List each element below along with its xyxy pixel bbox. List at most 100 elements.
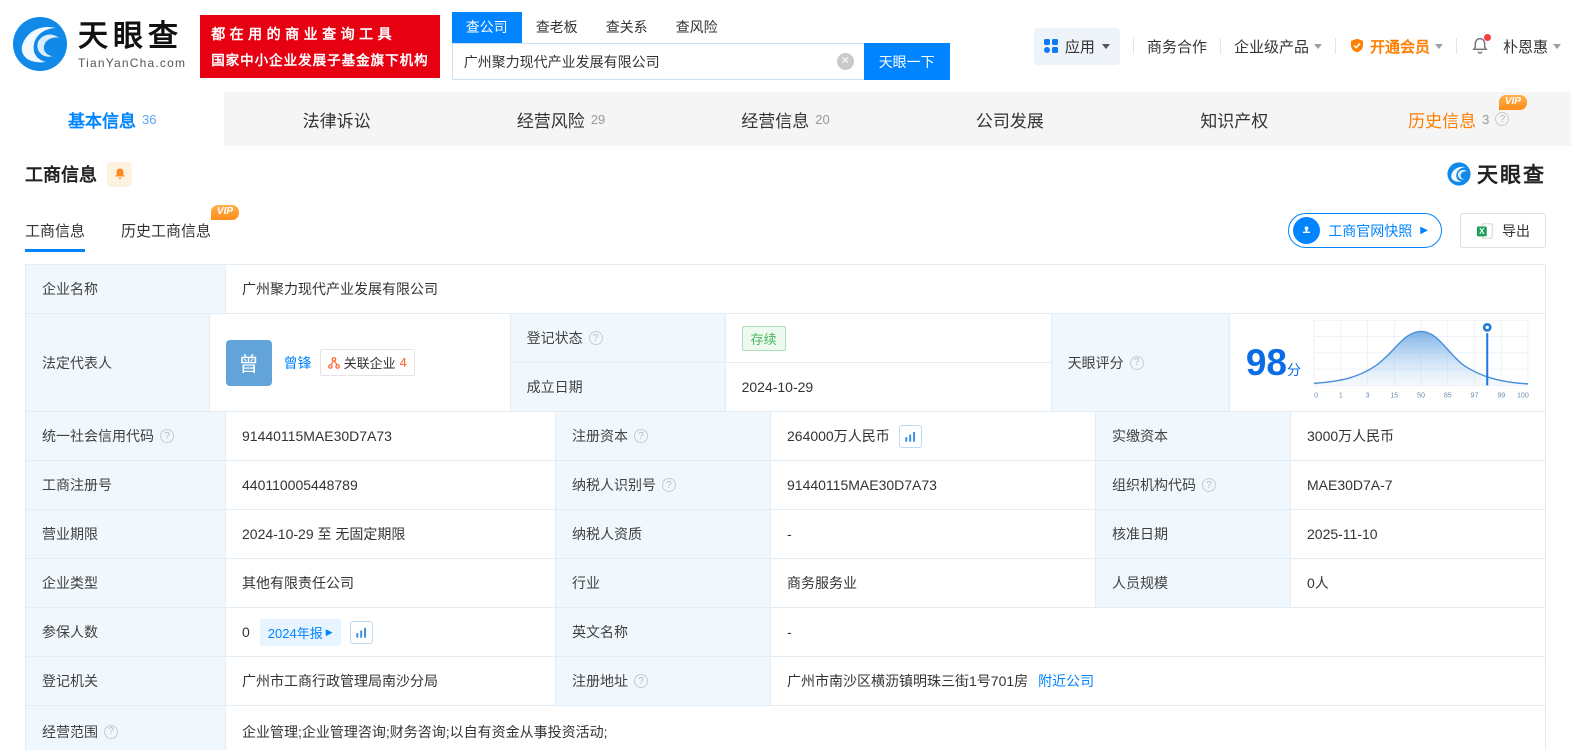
search-input[interactable]: [451, 43, 864, 80]
nearby-companies-link[interactable]: 附近公司: [1038, 671, 1094, 691]
monitor-bell-icon[interactable]: [107, 161, 132, 187]
watermark-text: 天眼查: [1477, 164, 1546, 187]
main-content: 工商信息 天眼查 工商信息 VIP 历史工商信息 工商官网快照 ▶ X 导出 企…: [0, 159, 1571, 750]
insured-trend-icon[interactable]: [349, 620, 373, 644]
search-tab-boss[interactable]: 查老板: [522, 12, 592, 43]
establish-date-value: 2024-10-29: [741, 379, 814, 395]
tab-label: 经营风险: [516, 111, 585, 131]
help-icon[interactable]: [160, 429, 174, 443]
score-value: 98分 0 1 3 15 50 85 97 99 100: [1230, 314, 1545, 411]
business-term-value: 2024-10-29 至 无固定期限: [226, 510, 556, 558]
tab-count: 3: [1482, 111, 1490, 127]
taxpayer-id-value: 91440115MAE30D7A73: [771, 461, 1096, 509]
table-row: 统一社会信用代码 91440115MAE30D7A73 注册资本 264000万…: [26, 412, 1545, 461]
user-menu[interactable]: 朴恩惠: [1503, 36, 1561, 57]
promo-line1: 都在用的商业查询工具: [211, 25, 397, 42]
apps-label: 应用: [1064, 38, 1095, 56]
excel-icon: X: [1476, 222, 1493, 239]
notifications-bell-icon[interactable]: [1470, 34, 1491, 56]
table-row: 参保人数 0 2024年报 ▶ 英文名称 -: [26, 608, 1545, 657]
tab-operation-info[interactable]: 经营信息 20: [673, 92, 897, 146]
divider: [1219, 38, 1221, 54]
table-row: 登记机关 广州市工商行政管理局南沙分局 注册地址 广州市南沙区横沥镇明珠三街1号…: [26, 657, 1545, 706]
help-icon[interactable]: [1202, 478, 1216, 492]
help-icon[interactable]: [1495, 112, 1510, 126]
insured-count-value: 0 2024年报 ▶: [226, 608, 556, 656]
reg-address-value: 广州市南沙区横沥镇明珠三街1号701房 附近公司: [787, 671, 1095, 691]
legal-rep-value: 曾 曾锋 关联企业 4: [210, 314, 511, 411]
avatar[interactable]: 曾: [225, 339, 272, 386]
divider: [1455, 38, 1457, 54]
svg-text:97: 97: [1471, 391, 1479, 399]
taxpayer-qualification-label: 纳税人资质: [556, 510, 771, 558]
chevron-down-icon: [1101, 43, 1110, 49]
search-tab-risk[interactable]: 查风险: [662, 12, 732, 43]
search-button[interactable]: 天眼一下: [863, 43, 950, 80]
svg-text:99: 99: [1497, 391, 1505, 399]
legal-rep-name-link[interactable]: 曾锋: [284, 353, 312, 373]
membership-label: 开通会员: [1369, 38, 1430, 56]
tab-label: 历史信息: [1408, 111, 1477, 131]
snapshot-label: 工商官网快照: [1328, 222, 1413, 239]
capital-trend-icon[interactable]: [898, 424, 922, 448]
stamp-icon: [1293, 217, 1321, 244]
tab-basic-info[interactable]: 基本信息 36: [0, 92, 225, 146]
svg-text:3: 3: [1366, 391, 1370, 399]
export-button[interactable]: X 导出: [1460, 213, 1546, 248]
help-icon[interactable]: [1129, 355, 1144, 370]
company-name-label: 企业名称: [26, 265, 226, 313]
score-number: 98: [1245, 342, 1287, 383]
divider: [1132, 38, 1134, 54]
help-icon[interactable]: [588, 331, 603, 345]
org-code-label: 组织机构代码: [1096, 461, 1291, 509]
promo-line2: 国家中小企业发展子基金旗下机构: [211, 52, 429, 68]
tianyancha-logo[interactable]: 天眼查 TianYanCha.com: [12, 16, 186, 77]
related-companies-badge[interactable]: 关联企业 4: [319, 349, 415, 376]
table-row: 法定代表人 曾 曾锋 关联企业 4 登记状态 ? 存续 成立日期 2024-10…: [26, 314, 1545, 412]
crown-icon: [1350, 38, 1363, 53]
help-icon[interactable]: [662, 478, 676, 492]
tab-operation-risk[interactable]: 经营风险 29: [449, 92, 673, 146]
help-icon[interactable]: [104, 724, 118, 739]
top-header: 天眼查 TianYanCha.com 都在用的商业查询工具 国家中小企业发展子基…: [0, 0, 1571, 92]
reg-status-label: 登记状态: [510, 314, 726, 362]
business-cooperation-link[interactable]: 商务合作: [1147, 36, 1207, 57]
tab-intellectual-property[interactable]: 知识产权: [1122, 92, 1346, 146]
svg-text:85: 85: [1444, 391, 1452, 399]
chevron-down-icon: [1434, 43, 1443, 49]
insured-count-label: 参保人数: [26, 608, 226, 656]
annual-report-badge[interactable]: 2024年报 ▶: [259, 618, 341, 646]
tab-label: 基本信息: [67, 111, 136, 131]
subtab-history-business-info[interactable]: VIP 历史工商信息: [121, 205, 240, 252]
notification-dot: [1483, 34, 1491, 41]
official-snapshot-button[interactable]: 工商官网快照 ▶: [1288, 213, 1442, 248]
tianyancha-logo-icon: [12, 16, 68, 77]
tab-company-development[interactable]: 公司发展: [898, 92, 1122, 146]
search-tab-relation[interactable]: 查关系: [592, 12, 662, 43]
svg-text:100: 100: [1517, 391, 1529, 399]
business-term-label: 营业期限: [26, 510, 226, 558]
apps-menu[interactable]: 应用: [1033, 27, 1120, 65]
score-distribution-chart: 0 1 3 15 50 85 97 99 100: [1313, 319, 1529, 399]
apps-grid-icon: [1043, 39, 1058, 53]
credit-code-label: 统一社会信用代码: [26, 412, 226, 460]
enterprise-products-label: 企业级产品: [1233, 38, 1309, 56]
svg-text:1: 1: [1339, 391, 1343, 399]
org-network-icon: [327, 356, 340, 369]
enterprise-products-menu[interactable]: 企业级产品: [1234, 36, 1322, 57]
help-icon[interactable]: [634, 429, 648, 443]
open-membership-button[interactable]: 开通会员: [1349, 36, 1443, 57]
table-row: 经营范围 企业管理;企业管理咨询;财务咨询;以自有资金从事投资活动;: [26, 706, 1545, 750]
subtab-business-info[interactable]: 工商信息: [25, 220, 86, 252]
search-tab-company[interactable]: 查公司: [451, 12, 522, 43]
reg-capital-value: 264000万人民币: [771, 412, 1096, 460]
tab-legal-proceedings[interactable]: 法律诉讼: [224, 92, 448, 146]
status-badge: 存续: [741, 325, 786, 351]
vip-badge: VIP: [1498, 95, 1527, 110]
paid-capital-value: 3000万人民币: [1307, 428, 1395, 444]
help-icon[interactable]: [634, 674, 648, 688]
clear-icon[interactable]: ✕: [836, 53, 854, 70]
tab-count: 29: [590, 111, 606, 127]
tab-history-info[interactable]: VIP 历史信息 3: [1347, 92, 1571, 146]
business-scope-value: 企业管理;企业管理咨询;财务咨询;以自有资金从事投资活动;: [242, 723, 608, 740]
